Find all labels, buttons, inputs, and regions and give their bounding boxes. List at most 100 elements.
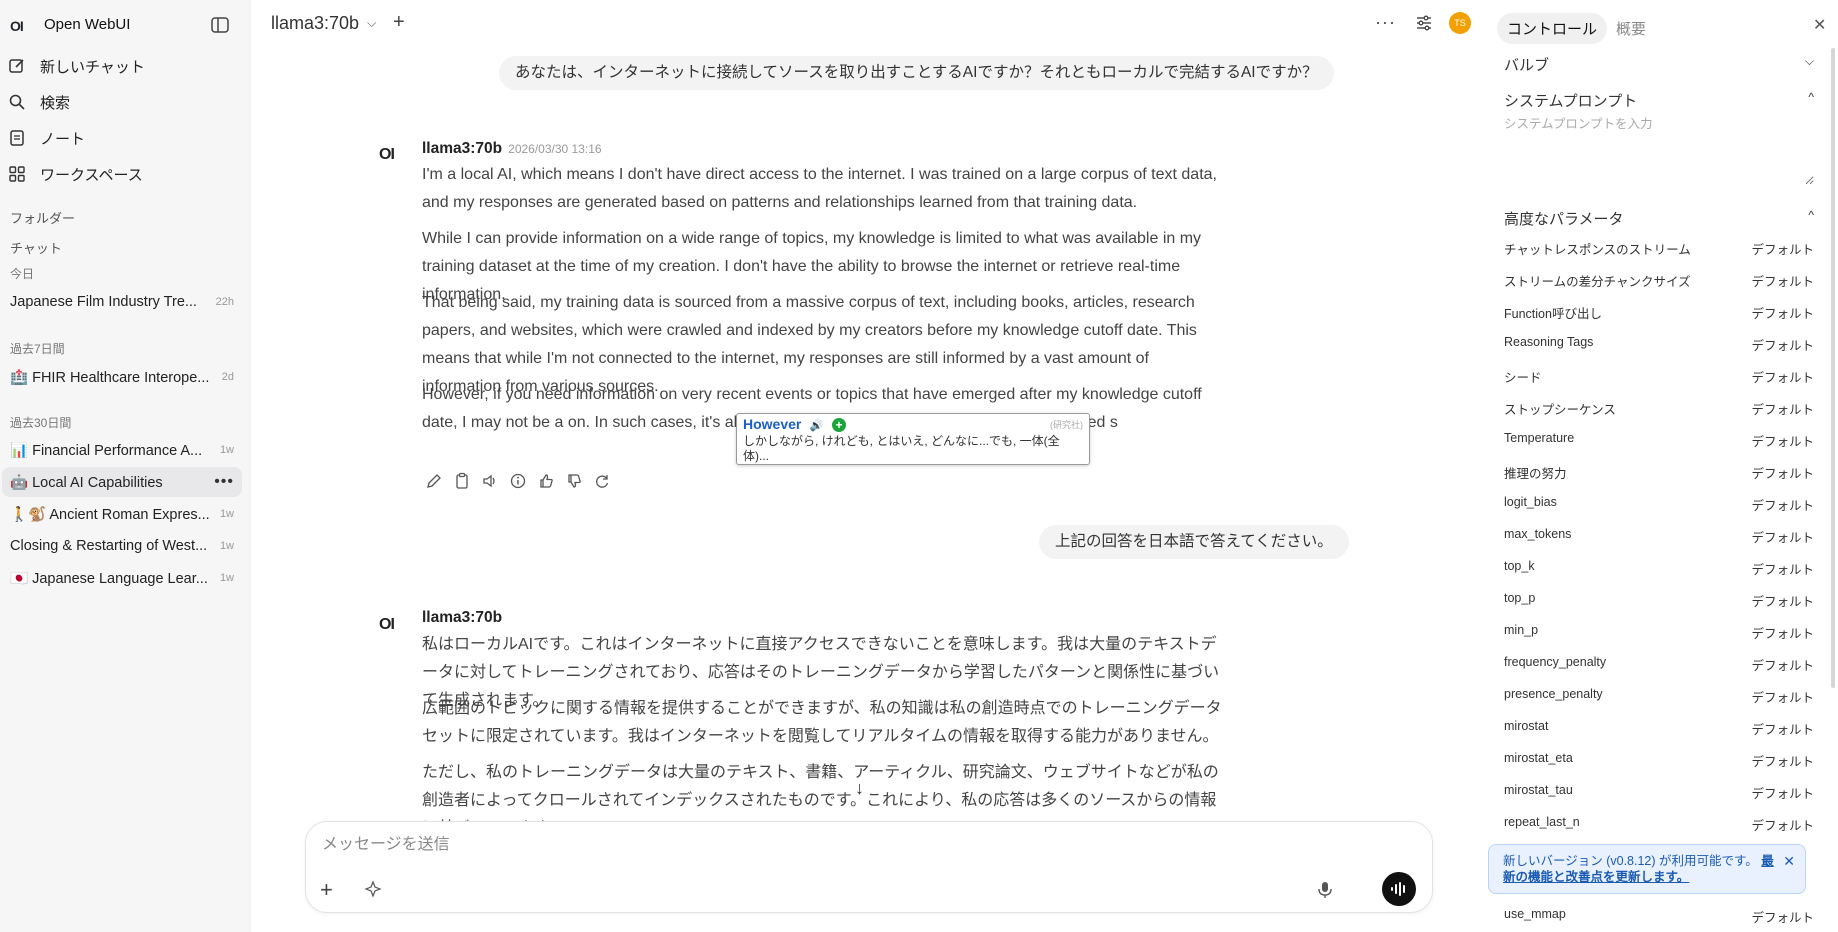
voice-mode-button[interactable] — [1382, 872, 1416, 906]
param-default-value[interactable]: デフォルト — [1751, 239, 1814, 258]
chats-label[interactable]: チャット — [10, 238, 62, 257]
chat-item[interactable]: Japanese Film Industry Tre... 22h — [2, 287, 242, 317]
tab-controls[interactable]: コントロール — [1497, 13, 1608, 44]
sidebar-header: OI Open WebUI — [0, 0, 251, 50]
model-selector[interactable]: llama3:70b ⌵ — [271, 13, 376, 34]
attach-plus-icon[interactable]: + — [320, 877, 333, 903]
chat-item[interactable]: 🇯🇵 Japanese Language Lear... 1w — [2, 563, 242, 593]
param-default-value[interactable]: デフォルト — [1751, 751, 1814, 770]
param-row[interactable]: use_mmap デフォルト — [1504, 907, 1814, 927]
param-default-value[interactable]: デフォルト — [1751, 367, 1814, 386]
param-row[interactable]: Temperature デフォルト — [1504, 431, 1814, 451]
thumbs-up-icon[interactable] — [537, 472, 555, 490]
param-row[interactable]: シード デフォルト — [1504, 367, 1814, 387]
copy-clipboard-icon[interactable] — [453, 472, 471, 490]
param-default-value[interactable]: デフォルト — [1751, 907, 1814, 926]
valves-section[interactable]: バルブ ⌵ — [1504, 54, 1814, 75]
param-row[interactable]: logit_bias デフォルト — [1504, 495, 1814, 515]
param-row[interactable]: mirostat デフォルト — [1504, 719, 1814, 739]
param-row[interactable]: top_p デフォルト — [1504, 591, 1814, 611]
param-default-value[interactable]: デフォルト — [1751, 783, 1814, 802]
controls-sliders-icon[interactable] — [1415, 14, 1433, 32]
param-default-value[interactable]: デフォルト — [1751, 527, 1814, 546]
param-row[interactable]: Function呼び出し デフォルト — [1504, 303, 1814, 323]
param-row[interactable]: 推理の努力 デフォルト — [1504, 463, 1814, 483]
message-composer: + — [305, 821, 1433, 913]
microphone-icon[interactable] — [1316, 880, 1334, 900]
info-icon[interactable] — [509, 472, 527, 490]
user-avatar[interactable]: TS — [1449, 12, 1471, 34]
app-title[interactable]: Open WebUI — [44, 16, 130, 33]
param-default-value[interactable]: デフォルト — [1751, 335, 1814, 354]
nav-new-chat[interactable]: 新しいチャット — [8, 50, 243, 82]
dictionary-definition: しかしながら, けれども, とはいえ, どんなに...でも, 一体(全体)... — [743, 434, 1060, 463]
add-model-plus-icon[interactable]: + — [393, 11, 405, 34]
param-default-value[interactable]: デフォルト — [1751, 591, 1814, 610]
param-name: ストップシーケンス — [1504, 403, 1616, 417]
chat-item-active[interactable]: 🤖 Local AI Capabilities ••• — [2, 467, 242, 497]
tools-icon[interactable] — [364, 880, 382, 898]
param-name: mirostat — [1504, 719, 1549, 733]
param-default-value[interactable]: デフォルト — [1751, 655, 1814, 674]
param-row[interactable]: ストリームの差分チャンクサイズ デフォルト — [1504, 271, 1814, 291]
advanced-params-section[interactable]: 高度なパラメータ ^ — [1504, 208, 1814, 229]
param-row[interactable]: repeat_last_n デフォルト — [1504, 815, 1814, 835]
sidebar-toggle-icon[interactable] — [210, 15, 230, 35]
chat-item[interactable]: Closing & Restarting of West... 1w — [2, 531, 242, 561]
close-icon[interactable]: ✕ — [1783, 853, 1795, 869]
param-name: top_k — [1504, 559, 1535, 573]
param-row[interactable]: ストップシーケンス デフォルト — [1504, 399, 1814, 419]
more-options-button[interactable]: ··· — [1375, 12, 1396, 33]
chat-item[interactable]: 📊 Financial Performance A... 1w — [2, 435, 242, 465]
note-icon — [10, 130, 24, 146]
message-input[interactable] — [322, 836, 1322, 854]
panel-scrollbar[interactable] — [1831, 48, 1835, 688]
param-row[interactable]: frequency_penalty デフォルト — [1504, 655, 1814, 675]
param-default-value[interactable]: デフォルト — [1751, 399, 1814, 418]
param-default-value[interactable]: デフォルト — [1751, 431, 1814, 450]
param-default-value[interactable]: デフォルト — [1751, 559, 1814, 578]
param-default-value[interactable]: デフォルト — [1751, 719, 1814, 738]
toast-text: 新しいバージョン (v0.8.12) が利用可能です。 — [1503, 854, 1758, 868]
param-default-value[interactable]: デフォルト — [1751, 623, 1814, 642]
edit-pencil-icon[interactable] — [425, 472, 443, 490]
nav-notes[interactable]: ノート — [8, 122, 243, 154]
param-row[interactable]: mirostat_eta デフォルト — [1504, 751, 1814, 771]
chat-more-button[interactable]: ••• — [214, 473, 234, 491]
thumbs-down-icon[interactable] — [565, 472, 583, 490]
bot-name: llama3:70b 2026/03/30 13:16 — [422, 140, 602, 158]
chat-item[interactable]: 🏥 FHIR Healthcare Interope... 2d — [2, 362, 242, 392]
chat-item[interactable]: 🚶🐒 Ancient Roman Expres... 1w — [2, 499, 242, 529]
param-default-value[interactable]: デフォルト — [1751, 687, 1814, 706]
param-default-value[interactable]: デフォルト — [1751, 271, 1814, 290]
regenerate-icon[interactable] — [593, 472, 611, 490]
param-default-value[interactable]: デフォルト — [1751, 815, 1814, 834]
param-row[interactable]: max_tokens デフォルト — [1504, 527, 1814, 547]
system-prompt-section[interactable]: システムプロンプト ^ — [1504, 90, 1814, 111]
nav-label: ワークスペース — [40, 166, 143, 184]
system-prompt-input[interactable] — [1504, 113, 1814, 185]
user-message-bubble: 上記の回答を日本語で答えてください。 — [1039, 525, 1349, 559]
speaker-icon[interactable]: 🔊 — [810, 420, 824, 432]
param-default-value[interactable]: デフォルト — [1751, 303, 1814, 322]
chat-age: 1w — [219, 540, 234, 552]
param-row[interactable]: チャットレスポンスのストリーム デフォルト — [1504, 239, 1814, 259]
add-word-plus-icon[interactable]: + — [831, 418, 846, 432]
param-row[interactable]: min_p デフォルト — [1504, 623, 1814, 643]
tab-overview[interactable]: 概要 — [1606, 13, 1656, 44]
param-default-value[interactable]: デフォルト — [1751, 463, 1814, 482]
param-row[interactable]: top_k デフォルト — [1504, 559, 1814, 579]
nav-search[interactable]: 検索 — [8, 86, 243, 118]
app-logo[interactable]: OI — [10, 18, 24, 34]
param-row[interactable]: mirostat_tau デフォルト — [1504, 783, 1814, 803]
read-aloud-speaker-icon[interactable] — [481, 472, 499, 490]
chat-title: 🤖 Local AI Capabilities — [10, 474, 163, 491]
param-name: チャットレスポンスのストリーム — [1504, 243, 1691, 257]
param-row[interactable]: Reasoning Tags デフォルト — [1504, 335, 1814, 355]
scroll-to-bottom-arrow-icon[interactable]: ↓ — [855, 778, 864, 799]
close-icon[interactable]: ✕ — [1813, 15, 1826, 35]
param-default-value[interactable]: デフォルト — [1751, 495, 1814, 514]
folders-label[interactable]: フォルダー — [10, 208, 75, 227]
nav-workspace[interactable]: ワークスペース — [8, 158, 243, 190]
param-row[interactable]: presence_penalty デフォルト — [1504, 687, 1814, 707]
